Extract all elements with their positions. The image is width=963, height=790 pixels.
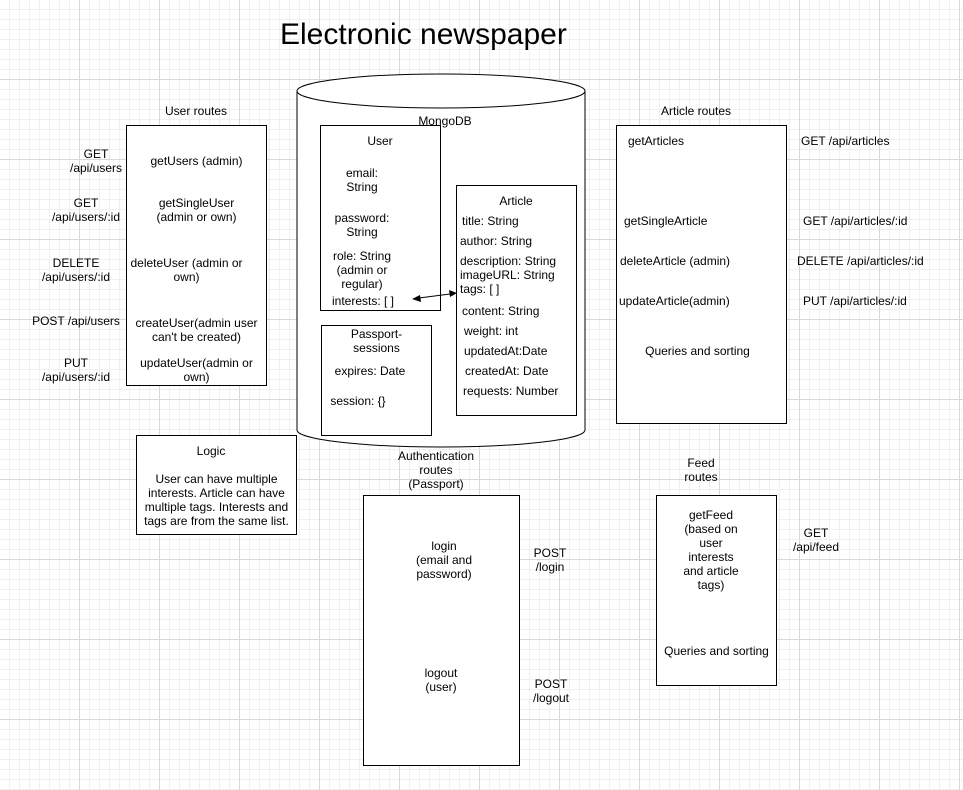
feed-route-method: GET /api/feed [792, 526, 840, 554]
feed-routes-footer: Queries and sorting [664, 644, 769, 658]
auth-route-method: POST /login [533, 546, 567, 574]
article-route-handler: deleteArticle (admin) [620, 254, 731, 268]
auth-route-method: POST /logout [532, 677, 570, 705]
auth-routes-heading: Authentication routes (Passport) [397, 449, 475, 491]
article-route-handler: getSingleArticle [624, 214, 708, 228]
article-route-method: PUT /api/articles/:id [803, 294, 907, 308]
feed-route-handler: getFeed (based on user interests and art… [683, 508, 739, 592]
article-route-handler: getArticles [628, 134, 685, 148]
article-route-method: GET /api/articles/:id [803, 214, 908, 228]
auth-route-handler: logout (user) [424, 666, 458, 694]
logic-text: User can have multiple interests. Articl… [144, 472, 289, 528]
feed-routes-heading: Feed routes [684, 456, 718, 484]
article-routes-heading: Article routes [660, 104, 732, 118]
article-route-method: DELETE /api/articles/:id [797, 254, 924, 268]
auth-routes-box [363, 495, 520, 766]
logic-heading: Logic [196, 444, 226, 458]
article-routes-box [616, 125, 787, 424]
auth-route-handler: login (email and password) [415, 539, 473, 581]
article-route-handler: updateArticle(admin) [619, 294, 730, 308]
article-route-method: GET /api/articles [801, 134, 890, 148]
article-routes-footer: Queries and sorting [645, 344, 750, 358]
